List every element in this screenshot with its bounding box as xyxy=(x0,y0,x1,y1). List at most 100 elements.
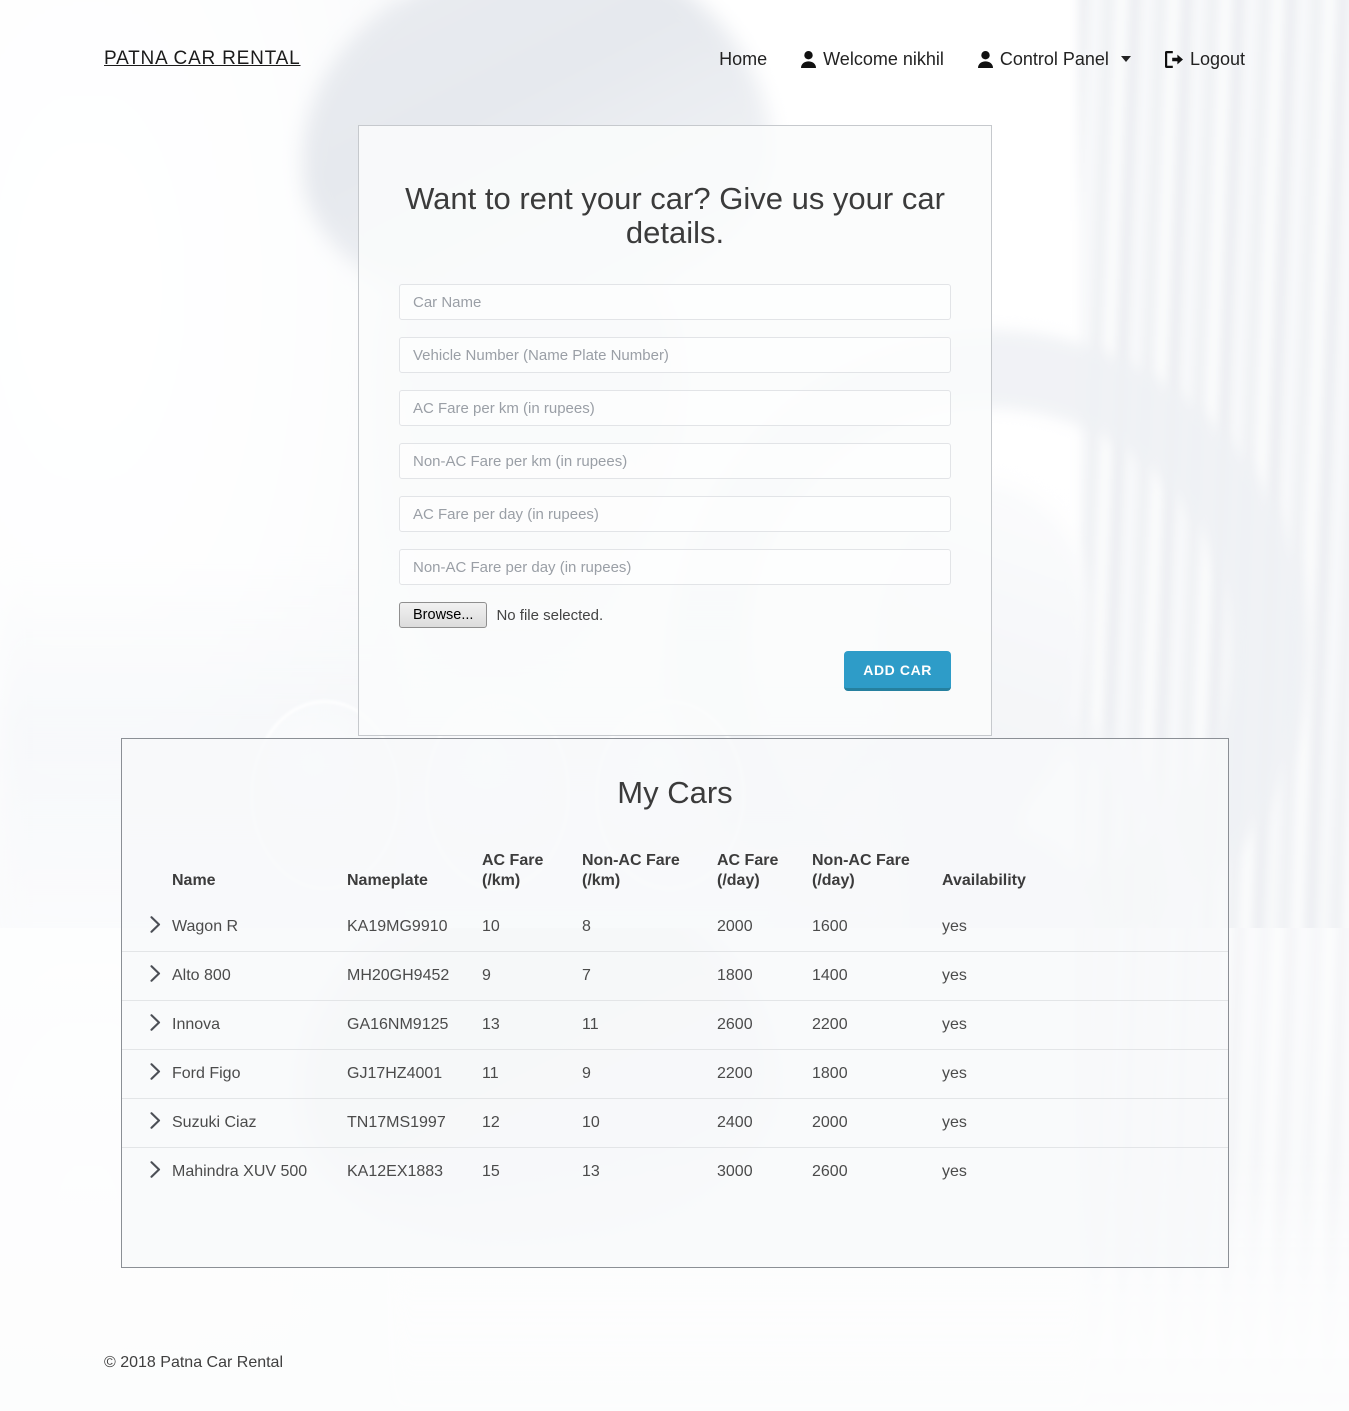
vehicle-number-input[interactable] xyxy=(399,337,951,374)
non-ac-fare-per-day-input[interactable] xyxy=(399,549,951,586)
cell-nameplate: GA16NM9125 xyxy=(337,1000,472,1050)
cars-table-body: Wagon R KA19MG9910 10 8 2000 1600 yes Al… xyxy=(122,903,1228,1196)
footer: © 2018 Patna Car Rental xyxy=(0,1315,1349,1411)
nav-item-home-label: Home xyxy=(719,48,768,69)
cell-ac-fare-km: 13 xyxy=(472,1000,572,1050)
chevron-right-icon[interactable] xyxy=(150,965,162,987)
non-ac-fare-per-km-input[interactable] xyxy=(399,443,951,480)
nav-item-welcome-user-label: Welcome nikhil xyxy=(823,48,944,69)
car-name-input[interactable] xyxy=(399,284,951,321)
nav-item-logout[interactable]: Logout xyxy=(1164,48,1245,70)
cell-non-ac-fare-km: 13 xyxy=(572,1147,707,1196)
form-actions: ADD CAR xyxy=(399,651,951,692)
cell-non-ac-fare-day: 2200 xyxy=(802,1000,932,1050)
nav-item-control-panel[interactable]: Control Panel xyxy=(977,48,1131,70)
navbar: PATNA CAR RENTAL Home Welcome nikhil Con… xyxy=(0,0,1349,128)
cell-ac-fare-km: 11 xyxy=(472,1049,572,1099)
cell-name: Suzuki Ciaz xyxy=(162,1098,337,1148)
column-header-ac-fare-day: AC Fare (/day) xyxy=(717,852,779,889)
column-header-non-ac-fare-day: Non-AC Fare (/day) xyxy=(812,852,910,889)
cell-name: Wagon R xyxy=(172,918,239,935)
cell-non-ac-fare-km: 8 xyxy=(582,918,591,935)
nav-links: Home Welcome nikhil Control Panel Logout xyxy=(719,49,1245,70)
ac-fare-per-km-input[interactable] xyxy=(399,390,951,427)
nav-item-control-panel-label: Control Panel xyxy=(999,48,1109,69)
column-header-name: Name xyxy=(172,872,216,889)
cell-ac-fare-km: 9 xyxy=(472,951,572,1001)
table-row[interactable]: Innova GA16NM9125 13 11 2600 2200 yes xyxy=(122,1000,1228,1050)
expand-cell[interactable] xyxy=(122,951,162,1001)
cell-non-ac-fare-day: 2000 xyxy=(802,1098,932,1148)
table-row[interactable]: Ford Figo GJ17HZ4001 11 9 2200 1800 yes xyxy=(122,1049,1228,1099)
cell-ac-fare-day: 2200 xyxy=(707,1049,802,1099)
file-status-label: No file selected. xyxy=(496,606,604,624)
column-header-ac-fare-km: AC Fare (/km) xyxy=(482,852,544,889)
cell-non-ac-fare-day: 1800 xyxy=(802,1049,932,1099)
my-cars-card: My Cars Name Nameplate AC Fare (/km) Non… xyxy=(121,738,1229,1268)
cell-availability: yes xyxy=(932,1098,1228,1148)
cell-availability: yes xyxy=(932,1049,1228,1099)
table-row[interactable]: Alto 800 MH20GH9452 9 7 1800 1400 yes xyxy=(122,951,1228,1001)
expand-cell[interactable] xyxy=(122,1147,162,1196)
chevron-right-icon[interactable] xyxy=(150,1161,162,1183)
cell-ac-fare-day: 2000 xyxy=(717,918,753,935)
chevron-right-icon[interactable] xyxy=(150,1063,162,1085)
cell-ac-fare-day: 1800 xyxy=(707,951,802,1001)
add-car-card: Want to rent your car? Give us your car … xyxy=(358,125,992,737)
cell-non-ac-fare-day: 1600 xyxy=(812,918,848,935)
cell-non-ac-fare-day: 1400 xyxy=(802,951,932,1001)
cell-nameplate: GJ17HZ4001 xyxy=(337,1049,472,1099)
table-row[interactable]: Mahindra XUV 500 KA12EX1883 15 13 3000 2… xyxy=(122,1147,1228,1196)
nav-item-logout-label: Logout xyxy=(1189,48,1245,69)
chevron-right-icon[interactable] xyxy=(150,1014,162,1036)
add-car-button[interactable]: ADD CAR xyxy=(844,651,951,692)
cell-ac-fare-day: 2600 xyxy=(707,1000,802,1050)
cell-availability: yes xyxy=(942,918,967,935)
user-icon xyxy=(977,50,993,68)
cell-name: Innova xyxy=(162,1000,337,1050)
form-title: Want to rent your car? Give us your car … xyxy=(405,181,945,251)
cell-nameplate: MH20GH9452 xyxy=(337,951,472,1001)
chevron-down-icon xyxy=(1120,56,1131,62)
cell-non-ac-fare-km: 10 xyxy=(572,1098,707,1148)
cell-ac-fare-km: 15 xyxy=(472,1147,572,1196)
cell-name: Mahindra XUV 500 xyxy=(162,1147,337,1196)
cell-availability: yes xyxy=(932,951,1228,1001)
chevron-right-icon[interactable] xyxy=(150,1112,162,1134)
cell-ac-fare-km: 10 xyxy=(482,918,500,935)
cell-nameplate: KA12EX1883 xyxy=(337,1147,472,1196)
cell-non-ac-fare-km: 9 xyxy=(572,1049,707,1099)
cars-table: Name Nameplate AC Fare (/km) Non-AC Fare… xyxy=(122,845,1228,1196)
brand-logo[interactable]: PATNA CAR RENTAL xyxy=(104,48,301,70)
cell-name: Ford Figo xyxy=(162,1049,337,1099)
nav-item-home[interactable]: Home xyxy=(719,49,767,70)
cell-nameplate: TN17MS1997 xyxy=(337,1098,472,1148)
column-header-nameplate: Nameplate xyxy=(347,872,428,889)
column-header-availability: Availability xyxy=(942,872,1026,889)
cell-ac-fare-km: 12 xyxy=(472,1098,572,1148)
cell-availability: yes xyxy=(932,1147,1228,1196)
chevron-right-icon[interactable] xyxy=(150,916,162,938)
table-row[interactable]: Suzuki Ciaz TN17MS1997 12 10 2400 2000 y… xyxy=(122,1098,1228,1148)
cell-ac-fare-day: 2400 xyxy=(707,1098,802,1148)
expand-cell[interactable] xyxy=(122,903,162,952)
cars-table-head: Name Nameplate AC Fare (/km) Non-AC Fare… xyxy=(122,845,1228,903)
expand-cell[interactable] xyxy=(122,1049,162,1099)
browse-button[interactable]: Browse... xyxy=(399,602,488,629)
column-header-expand xyxy=(122,845,162,903)
my-cars-title: My Cars xyxy=(617,775,733,810)
cell-availability: yes xyxy=(932,1000,1228,1050)
cars-table-header-row: Name Nameplate AC Fare (/km) Non-AC Fare… xyxy=(122,845,1228,903)
copyright-text: © 2018 Patna Car Rental xyxy=(104,1354,284,1371)
nav-item-welcome-user[interactable]: Welcome nikhil xyxy=(801,49,944,70)
cell-non-ac-fare-km: 11 xyxy=(572,1000,707,1050)
cell-ac-fare-day: 3000 xyxy=(707,1147,802,1196)
file-upload-row: Browse... No file selected. xyxy=(399,602,951,629)
ac-fare-per-day-input[interactable] xyxy=(399,496,951,533)
expand-cell[interactable] xyxy=(122,1000,162,1050)
cell-nameplate: KA19MG9910 xyxy=(347,918,448,935)
cell-name: Alto 800 xyxy=(162,951,337,1001)
expand-cell[interactable] xyxy=(122,1098,162,1148)
cell-non-ac-fare-day: 2600 xyxy=(802,1147,932,1196)
table-row[interactable]: Wagon R KA19MG9910 10 8 2000 1600 yes xyxy=(122,903,1228,952)
